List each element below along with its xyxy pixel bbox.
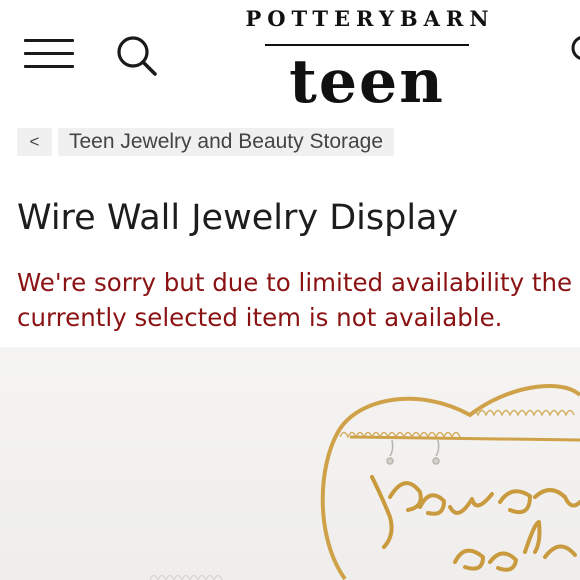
availability-notice-line-2: currently selected item is not available…	[17, 303, 503, 332]
site-header: POTTERYBARN teen	[0, 0, 580, 120]
product-title: Wire Wall Jewelry Display	[17, 198, 459, 238]
brand-logo-main: teen	[289, 47, 445, 117]
breadcrumb-back-button[interactable]: <	[17, 128, 52, 156]
wire-heart-jewelry-display-image[interactable]	[0, 347, 580, 580]
search-icon[interactable]	[114, 33, 160, 79]
account-icon[interactable]	[566, 34, 580, 74]
hamburger-menu-icon[interactable]	[24, 36, 76, 72]
brand-logo-top: POTTERYBARN	[245, 6, 495, 31]
availability-notice-line-1: We're sorry but due to limited availabil…	[17, 268, 573, 297]
availability-notice: We're sorry but due to limited availabil…	[17, 265, 580, 335]
breadcrumb: < Teen Jewelry and Beauty Storage	[17, 128, 395, 156]
brand-logo-rule	[265, 44, 469, 46]
brand-logo[interactable]: POTTERYBARN teen	[220, 4, 520, 117]
breadcrumb-category-link[interactable]: Teen Jewelry and Beauty Storage	[58, 128, 395, 156]
